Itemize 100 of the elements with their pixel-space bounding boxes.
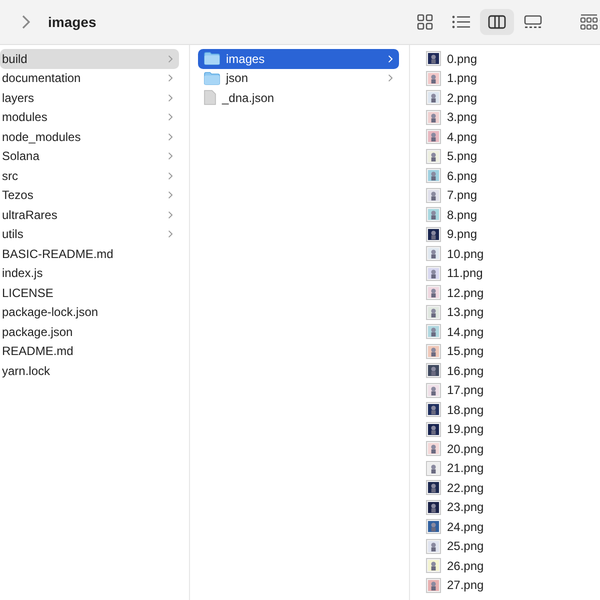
image-thumbnail-icon [426, 304, 441, 320]
folder-row[interactable]: utils [0, 224, 179, 244]
file-row[interactable]: 10.png [424, 244, 600, 264]
chevron-icon [168, 54, 173, 63]
image-thumbnail-icon [426, 70, 441, 86]
file-name: src [2, 168, 18, 183]
file-name: package.json [2, 324, 73, 339]
file-row[interactable]: README.md [0, 342, 179, 361]
file-row[interactable]: 20.png [424, 439, 600, 458]
file-name: documentation [2, 71, 81, 86]
file-row[interactable]: 21.png [424, 458, 600, 478]
file-name: Tezos [2, 188, 34, 202]
chevron-icon [168, 152, 173, 160]
folder-row[interactable]: layers [0, 88, 179, 108]
file-row[interactable]: 25.png [424, 536, 600, 556]
chevron-icon [388, 54, 393, 63]
image-thumbnail-icon [426, 266, 441, 281]
file-row[interactable]: BASIC-README.md [0, 244, 179, 264]
folder-row[interactable]: Solana [0, 146, 179, 166]
file-row[interactable]: 23.png [424, 498, 600, 517]
file-name: ultraRares [2, 208, 58, 222]
folder-row[interactable]: documentation [0, 68, 179, 88]
file-name: 11.png [447, 266, 483, 280]
file-name: 17.png [447, 383, 484, 398]
chevron-icon [168, 132, 173, 141]
file-name: BASIC-README.md [2, 246, 114, 261]
file-row[interactable]: 8.png [424, 205, 600, 224]
file-name: 27.png [447, 578, 484, 592]
file-row[interactable]: 5.png [424, 146, 600, 166]
file-row[interactable]: 18.png [424, 400, 600, 420]
file-row[interactable]: 27.png [424, 576, 600, 595]
file-name: 0.png [447, 52, 478, 66]
file-name: 18.png [447, 402, 484, 417]
file-row[interactable]: 15.png [424, 342, 600, 361]
file-row[interactable]: 12.png [424, 283, 600, 302]
file-row[interactable]: 6.png [424, 166, 600, 186]
file-row[interactable]: 2.png [424, 88, 600, 108]
image-thumbnail-icon [426, 538, 441, 554]
image-thumbnail-icon [426, 246, 441, 262]
folder-row[interactable]: build [0, 49, 179, 68]
folder-row[interactable]: Tezos [0, 186, 179, 205]
image-thumbnail-icon [426, 363, 441, 378]
image-thumbnail-icon [426, 188, 441, 203]
file-row[interactable]: 13.png [424, 302, 600, 322]
file-name: json [226, 71, 248, 86]
image-thumbnail-icon [426, 519, 441, 534]
file-name: 8.png [447, 208, 478, 222]
file-name: 4.png [447, 130, 478, 144]
folder-row[interactable]: src [0, 166, 179, 186]
file-row[interactable]: 7.png [424, 186, 600, 205]
file-row[interactable]: package-lock.json [0, 302, 179, 322]
group-button[interactable] [580, 14, 600, 30]
file-name: images [226, 52, 265, 66]
folder-row[interactable]: node_modules [0, 127, 179, 146]
gallery-icon [524, 15, 542, 29]
file-row[interactable]: 4.png [424, 127, 600, 146]
file-name: 2.png [447, 90, 478, 105]
file-name: 3.png [447, 110, 478, 124]
file-row[interactable]: 11.png [424, 264, 600, 283]
file-row[interactable]: 16.png [424, 361, 600, 380]
image-thumbnail-icon [426, 578, 441, 593]
file-row[interactable]: 9.png [424, 224, 600, 244]
file-row[interactable]: _dna.json [198, 88, 399, 108]
file-row[interactable]: 3.png [424, 108, 600, 127]
file-row[interactable]: 17.png [424, 380, 600, 400]
file-row[interactable]: package.json [0, 322, 179, 342]
file-row[interactable]: 22.png [424, 478, 600, 498]
folder-row[interactable]: ultraRares [0, 205, 179, 224]
file-name: 12.png [447, 286, 484, 300]
chevron-icon [388, 74, 393, 82]
file-row[interactable]: LICENSE [0, 283, 179, 302]
folder-row[interactable]: modules [0, 108, 179, 127]
file-name: 24.png [447, 520, 484, 534]
back-chevron-icon[interactable] [21, 14, 31, 30]
image-thumbnail-icon [426, 110, 441, 125]
file-name: Solana [2, 149, 40, 164]
file-name: 23.png [447, 500, 484, 514]
grid-icon [417, 14, 433, 30]
chevron-icon [168, 230, 173, 238]
file-name: 9.png [447, 227, 478, 242]
folder-row[interactable]: images [198, 49, 399, 68]
file-name: 21.png [447, 461, 484, 476]
file-row[interactable]: 0.png [424, 49, 600, 68]
file-row[interactable]: 19.png [424, 420, 600, 439]
file-row[interactable]: yarn.lock [0, 361, 179, 380]
file-row[interactable]: 26.png [424, 556, 600, 576]
file-row[interactable]: index.js [0, 264, 179, 283]
columns-view-button[interactable] [480, 9, 514, 35]
document-icon [204, 90, 216, 106]
file-row[interactable]: 24.png [424, 517, 600, 536]
file-name: yarn.lock [2, 364, 50, 378]
image-thumbnail-icon [426, 441, 441, 456]
image-thumbnail-icon [426, 460, 441, 476]
image-thumbnail-icon [426, 382, 441, 398]
file-row[interactable]: 1.png [424, 68, 600, 88]
folder-row[interactable]: json [198, 68, 399, 88]
folder-icon [204, 72, 220, 85]
file-row[interactable]: 14.png [424, 322, 600, 342]
chevron-icon [168, 210, 173, 219]
chevron-icon [168, 172, 173, 180]
